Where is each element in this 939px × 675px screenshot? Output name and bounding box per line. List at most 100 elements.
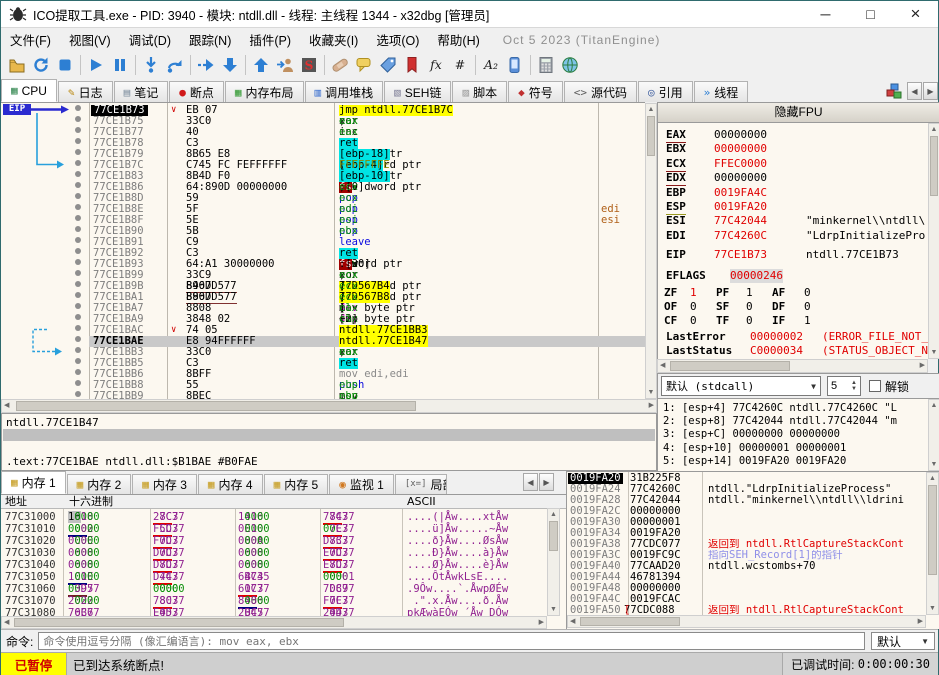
breakpoint-dot[interactable] <box>75 270 81 276</box>
comments-icon[interactable] <box>352 54 376 76</box>
breakpoint-dot[interactable] <box>75 138 81 144</box>
handles-icon[interactable] <box>882 80 906 102</box>
tab-dump[interactable]: ▦ 内存 5 <box>263 474 329 494</box>
argument-row[interactable]: 3: [esp+C] 00000000 00000000 <box>663 428 927 441</box>
menu-item[interactable]: 视图(V) <box>60 28 120 51</box>
tab-log[interactable]: ✎ 日志 <box>57 81 113 102</box>
tab-references[interactable]: ◎ 引用 <box>638 81 693 102</box>
breakpoint-dot[interactable] <box>75 303 81 309</box>
stack-row[interactable]: 0019FA48 00000000 <box>567 583 927 594</box>
step-out-icon[interactable] <box>249 54 273 76</box>
eflags-row[interactable]: EFLAGS 00000246 <box>658 269 928 283</box>
breakpoint-dot[interactable] <box>75 116 81 122</box>
menu-item[interactable]: 选项(O) <box>367 28 428 51</box>
memory-dump-panel[interactable]: 地址 十六进制 ASCII 77C31000 16 00 18 00 28 7C C3 … <box>1 494 566 630</box>
unlock-checkbox[interactable] <box>869 380 881 392</box>
arguments-panel[interactable]: 1: [esp+4] 77C4260C ntdll.77C4260C "L 2: … <box>657 399 928 471</box>
run-to-user-code-icon[interactable] <box>273 54 297 76</box>
command-input[interactable] <box>38 632 865 650</box>
stack-row[interactable]: 0019FA44 46781394 <box>567 572 927 583</box>
stack-row[interactable]: 0019FA28 77C42044 ntdll."minkernel\\ntdll\… <box>567 495 927 506</box>
stack-row[interactable]: 0019FA2C 00000000 <box>567 506 927 517</box>
argument-row[interactable]: 5: [esp+14] 0019FA20 0019FA20 <box>663 455 927 468</box>
function-icon[interactable]: fx <box>424 54 448 76</box>
register-row[interactable]: EDI 77C4260C "LdrpInitializePro <box>658 229 928 243</box>
breakpoint-dot[interactable] <box>75 347 81 353</box>
step-over-icon[interactable] <box>163 54 187 76</box>
disasm-hscrollbar[interactable]: ◀ ▶ <box>1 399 657 413</box>
register-row[interactable]: EDX 00000000 <box>658 171 928 187</box>
tab-threads[interactable]: » 线程 <box>693 81 749 102</box>
stack-vscrollbar[interactable]: ▲ ▼ <box>926 472 939 615</box>
argument-row[interactable]: 1: [esp+4] 77C4260C ntdll.77C4260C "L <box>663 402 927 415</box>
register-row[interactable]: ESP 0019FA20 <box>658 200 928 215</box>
dump-row[interactable]: 77C31060 00 39 D5 77 00 00 00 00 60 17 C3 7… <box>1 583 546 597</box>
disassembly-view[interactable]: 77CE1B73 ∨ EB 07 jmp ntdll.77CE1B7C 77CE1B75… <box>1 102 645 399</box>
menu-item[interactable]: 跟踪(N) <box>180 28 240 51</box>
restart-icon[interactable] <box>29 54 53 76</box>
flags-row[interactable]: ZF 1 PF 1 AF 0 <box>658 286 928 300</box>
pause-icon[interactable] <box>108 54 132 76</box>
breakpoint-dot[interactable] <box>75 391 81 397</box>
tab-locals[interactable]: [x=]局部 <box>394 474 447 494</box>
dump-row[interactable]: 77C31070 20 00 22 00 78 80 C3 77 84 00 86 0… <box>1 595 546 609</box>
register-row[interactable]: EBP 0019FA4C <box>658 186 928 200</box>
stack-row[interactable]: 0019FA30 00000001 <box>567 517 927 528</box>
dump-row[interactable]: 77C31030 06 00 08 00 D0 7D C3 77 06 00 08 0… <box>1 547 546 561</box>
minimize-button[interactable]: ─ <box>803 1 848 27</box>
menu-item[interactable]: 文件(F) <box>1 28 60 51</box>
dump-row[interactable]: 77C31050 1C 00 1E 00 D4 74 C3 77 6B 4C 73 4… <box>1 571 546 585</box>
tab-watch[interactable]: ◉ 监视 1 <box>329 474 394 494</box>
notify-icon[interactable] <box>503 54 527 76</box>
breakpoint-dot[interactable] <box>75 215 81 221</box>
menu-item[interactable]: 插件(P) <box>240 28 300 51</box>
stack-row[interactable]: 0019FA3C 0019FC9C 指向SEH_Record[1]的指针 <box>567 550 927 561</box>
stack-panel[interactable]: 0019FA20 31B225F8 0019FA24 77C4260C ntdll."L… <box>566 471 939 629</box>
spinner-arrows-icon[interactable]: ▲ ▼ <box>851 380 857 392</box>
close-button[interactable]: × <box>893 1 938 27</box>
internet-icon[interactable] <box>558 54 582 76</box>
register-row[interactable]: ECX FFEC0000 <box>658 157 928 172</box>
run-to-cursor-icon[interactable] <box>194 54 218 76</box>
stack-row[interactable]: 0019FA40 77CAAD20 ntdll.wcstombs+70 <box>567 561 927 572</box>
stack-row[interactable]: 0019FA34 0019FA20 <box>567 528 927 539</box>
menu-item[interactable]: 帮助(H) <box>428 28 488 51</box>
register-row[interactable]: EBX 00000000 <box>658 142 928 156</box>
stack-row[interactable]: 0019FA38 77CDC077 返回到 ntdll.RtlCaptureStac… <box>567 539 927 550</box>
arguments-vscrollbar[interactable]: ▲ ▼ <box>928 399 939 471</box>
stack-hscrollbar[interactable]: ◀ ▶ <box>567 615 926 628</box>
tab-notes[interactable]: ▤ 笔记 <box>113 81 169 102</box>
tab-seh-chain[interactable]: ▧ SEH链 <box>384 81 452 102</box>
tab-memory-map[interactable]: ▦ 内存布局 <box>224 81 304 102</box>
dump-row[interactable]: 77C31020 0C 00 0E 00 F0 7D C3 77 08 00 0A 0… <box>1 535 546 549</box>
menu-item[interactable]: 收藏夹(I) <box>300 28 367 51</box>
tab-dump[interactable]: ▦ 内存 3 <box>132 474 197 494</box>
tab-dump[interactable]: ▦ 内存 4 <box>197 474 263 494</box>
tab-source[interactable]: <> 源代码 <box>563 81 638 102</box>
breakpoint-dot[interactable] <box>75 105 81 111</box>
breakpoint-dot[interactable] <box>75 380 81 386</box>
calculator-icon[interactable] <box>534 54 558 76</box>
tab-call-stack[interactable]: ▥ 调用堆栈 <box>304 81 384 102</box>
breakpoint-dot[interactable] <box>75 160 81 166</box>
tab-script[interactable]: ▨ 脚本 <box>452 81 508 102</box>
register-row[interactable]: ESI 77C42044 "minkernel\\ntdll\ <box>658 214 928 228</box>
open-file-icon[interactable] <box>5 54 29 76</box>
stack-row[interactable]: 0019FA20 31B225F8 <box>567 473 927 484</box>
dump-tab-scroll-right-icon[interactable]: ▶ <box>539 473 554 491</box>
tab-dump[interactable]: ▦ 内存 1 <box>1 471 66 494</box>
last-status-row[interactable]: LastStatus C0000034 (STATUS_OBJECT_NA <box>658 344 928 358</box>
dump-row[interactable]: 77C31040 06 00 08 00 D8 7D C3 77 06 00 08 0… <box>1 559 546 573</box>
breakpoint-dot[interactable] <box>75 336 81 342</box>
tab-scroll-left-icon[interactable]: ◀ <box>907 82 922 100</box>
breakpoint-dot[interactable] <box>75 358 81 364</box>
dump-hscrollbar[interactable]: ◀ ▶ <box>1 616 547 629</box>
dump-vscrollbar[interactable]: ▲ ▼ <box>547 508 560 616</box>
register-row-eip[interactable]: EIP 77CE1B73 ntdll.77CE1B73 <box>658 248 928 262</box>
maximize-button[interactable]: □ <box>848 1 893 27</box>
run-icon[interactable] <box>84 54 108 76</box>
breakpoint-dot[interactable] <box>75 292 81 298</box>
breakpoint-dot[interactable] <box>75 182 81 188</box>
breakpoint-dot[interactable] <box>75 314 81 320</box>
patch-icon[interactable] <box>328 54 352 76</box>
